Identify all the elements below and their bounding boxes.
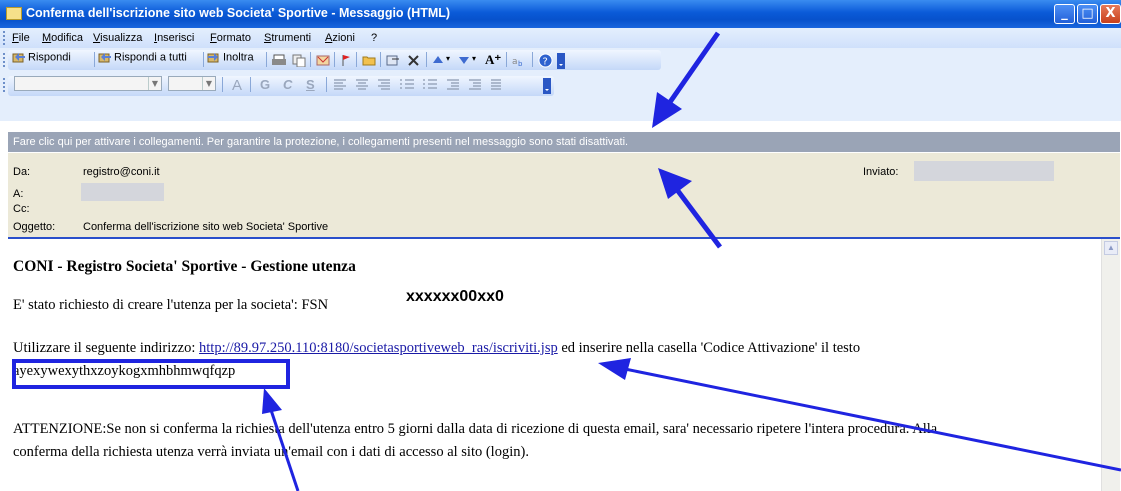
separator xyxy=(222,77,223,92)
to-value-redacted xyxy=(81,183,164,201)
delete-icon[interactable] xyxy=(407,54,420,67)
menu-azioni[interactable]: Azioni xyxy=(325,32,355,44)
style-combo[interactable]: ▼ xyxy=(14,76,162,91)
toolbar-grip-icon[interactable] xyxy=(3,53,7,67)
print-icon[interactable] xyxy=(272,54,286,67)
separator xyxy=(426,52,427,67)
toolbar-grip-icon[interactable] xyxy=(3,31,7,45)
from-label: Da: xyxy=(13,166,31,178)
font-color-button[interactable]: A xyxy=(232,77,242,94)
toolbar-options-icon[interactable] xyxy=(557,53,565,69)
message-header: Da: registro@coni.it A: Cc: Oggetto: Con… xyxy=(8,153,1120,237)
address-line: Utilizzare il seguente indirizzo: http:/… xyxy=(13,340,860,357)
scroll-up-icon[interactable]: ▲ xyxy=(1104,241,1118,255)
svg-text:?: ? xyxy=(543,57,548,68)
to-label: A: xyxy=(13,188,24,200)
reply-icon xyxy=(12,53,25,63)
chevron-down-icon[interactable]: ▼ xyxy=(148,77,161,90)
separator xyxy=(266,52,267,67)
address-suffix: ed inserire nella casella 'Codice Attiva… xyxy=(557,340,861,356)
sent-label: Inviato: xyxy=(863,166,899,178)
forward-button[interactable]: Inoltra xyxy=(207,51,254,68)
forward-icon xyxy=(207,53,219,63)
menu-file[interactable]: File xyxy=(12,32,30,44)
separator xyxy=(326,77,327,92)
separator xyxy=(532,52,533,67)
message-body: CONI - Registro Societa' Sportive - Gest… xyxy=(8,237,1120,491)
menu-bar: File Modifica Visualizza Inserisci Forma… xyxy=(0,28,1121,48)
warning-line-2: conferma della richiesta utenza verrà in… xyxy=(13,444,529,460)
from-value: registro@coni.it xyxy=(83,166,160,178)
chevron-down-icon[interactable]: ▼ xyxy=(202,77,215,90)
close-button[interactable]: X xyxy=(1100,4,1121,24)
envelope-icon xyxy=(6,7,22,20)
separator xyxy=(250,77,251,92)
separator xyxy=(310,52,311,67)
registration-link[interactable]: http://89.97.250.110:8180/societasportiv… xyxy=(199,340,558,356)
redacted-code: xxxxxx00xx0 xyxy=(406,288,504,305)
chevron-down-icon[interactable]: ▾ xyxy=(472,54,476,63)
encoding-icon[interactable]: ab xyxy=(512,54,526,67)
minimize-button[interactable]: _ xyxy=(1054,4,1075,24)
flag-icon[interactable] xyxy=(340,54,352,67)
separator xyxy=(334,52,335,67)
reply-button[interactable]: Rispondi xyxy=(12,51,71,68)
menu-help[interactable]: ? xyxy=(371,32,377,44)
previous-item-icon[interactable] xyxy=(432,55,444,65)
bold-button[interactable]: G xyxy=(260,77,270,92)
paragraph-format-icons[interactable] xyxy=(334,78,549,92)
subject-value: Conferma dell'iscrizione sito web Societ… xyxy=(83,221,329,233)
menu-strumenti[interactable]: Strumenti xyxy=(264,32,311,44)
request-line: E' stato richiesto di creare l'utenza pe… xyxy=(13,297,329,313)
standard-toolbar: Rispondi Rispondi a tutti Inoltra ▾ ▾ A⁺… xyxy=(0,48,1121,73)
vertical-scrollbar[interactable]: ▲ xyxy=(1101,239,1120,491)
reply-all-icon xyxy=(98,53,111,63)
move-to-folder-icon[interactable] xyxy=(386,54,400,67)
warning-line-1: ATTENZIONE:Se non si conferma la richies… xyxy=(13,421,938,437)
separator xyxy=(356,52,357,67)
underline-button[interactable]: S xyxy=(306,77,315,92)
font-size-increase-icon[interactable]: A⁺ xyxy=(485,52,501,68)
activation-code-highlight xyxy=(12,359,290,389)
svg-text:b: b xyxy=(518,60,523,67)
separator xyxy=(203,52,204,67)
italic-button[interactable]: C xyxy=(283,77,292,92)
menu-formato[interactable]: Formato xyxy=(210,32,251,44)
svg-text:a: a xyxy=(512,57,518,67)
cc-label: Cc: xyxy=(13,203,30,215)
separator xyxy=(380,52,381,67)
menu-visualizza[interactable]: Visualizza xyxy=(93,32,142,44)
menu-modifica[interactable]: Modifica xyxy=(42,32,83,44)
reply-all-button[interactable]: Rispondi a tutti xyxy=(98,51,187,68)
menu-inserisci[interactable]: Inserisci xyxy=(154,32,194,44)
copy-icon[interactable] xyxy=(292,54,306,67)
body-title: CONI - Registro Societa' Sportive - Gest… xyxy=(13,258,356,275)
help-icon[interactable]: ? xyxy=(538,53,553,68)
chevron-down-icon[interactable]: ▾ xyxy=(446,54,450,63)
title-bar: Conferma dell'iscrizione sito web Societ… xyxy=(0,0,1121,28)
font-size-combo[interactable]: ▼ xyxy=(168,76,216,91)
folder-icon[interactable] xyxy=(362,54,376,67)
sent-value-redacted xyxy=(914,161,1054,181)
next-item-icon[interactable] xyxy=(458,55,470,65)
maximize-button[interactable]: □ xyxy=(1077,4,1098,24)
send-receive-icon[interactable] xyxy=(316,54,330,67)
subject-label: Oggetto: xyxy=(13,221,56,233)
window-title: Conferma dell'iscrizione sito web Societ… xyxy=(26,6,451,20)
formatting-toolbar: ▼ ▼ A G C S xyxy=(0,73,1121,121)
separator xyxy=(506,52,507,67)
toolbar-grip-icon[interactable] xyxy=(3,78,7,92)
separator xyxy=(94,52,95,67)
address-prefix: Utilizzare il seguente indirizzo: xyxy=(13,340,200,356)
toolbar-options-icon[interactable] xyxy=(543,78,551,94)
links-disabled-infobar[interactable]: Fare clic qui per attivare i collegament… xyxy=(8,132,1120,152)
